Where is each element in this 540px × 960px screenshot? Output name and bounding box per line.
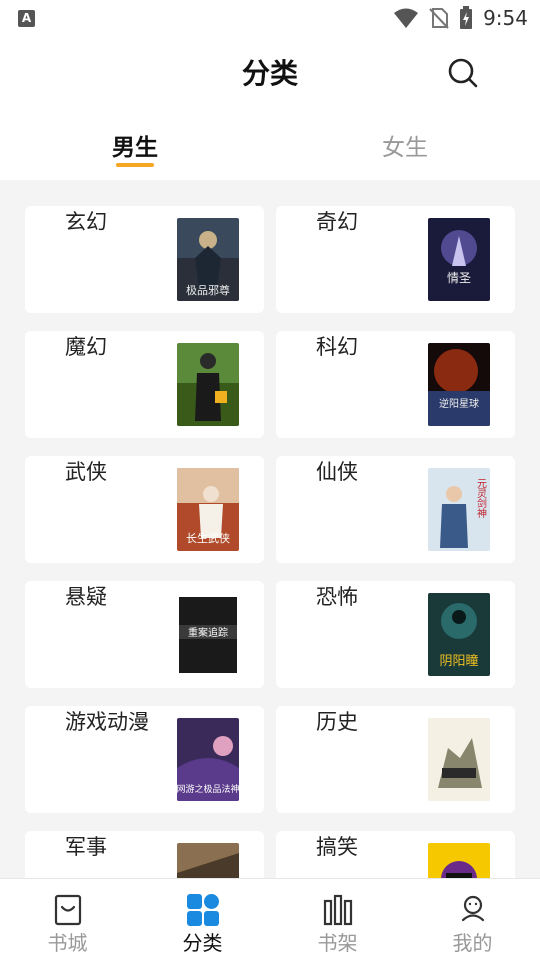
tab-male[interactable]: 男生 [75, 128, 195, 162]
search-icon [448, 58, 478, 88]
nav-bookshelf[interactable]: 书架 [270, 879, 405, 960]
book-cover-image: 元灵剑神 [428, 468, 490, 551]
category-card-xuanyi[interactable]: 悬疑 重案追踪 [25, 581, 264, 688]
category-card-youxi-dongman[interactable]: 游戏动漫 网游之极品法神 [25, 706, 264, 813]
svg-text:逆阳星球: 逆阳星球 [439, 397, 479, 410]
bottom-nav: 书城 分类 书架 我的 [0, 878, 540, 960]
book-cover-image: 逆阳星球 [428, 343, 490, 426]
svg-text:长生武侠: 长生武侠 [186, 531, 230, 545]
wifi-icon [394, 8, 419, 28]
book-cover-image: 重案追踪 [177, 593, 239, 676]
category-card-xuanhuan[interactable]: 玄幻 极品邪尊 [25, 206, 264, 313]
svg-text:情圣: 情圣 [447, 271, 471, 285]
category-grid: 玄幻 极品邪尊 奇幻 情圣 魔幻 科幻 逆阳星球 武侠 长生武侠 仙侠 元灵剑神… [25, 206, 515, 878]
bookshelf-icon [323, 894, 352, 926]
book-cover-image: 情圣 [428, 218, 490, 301]
app-notification-icon: A [18, 10, 35, 27]
category-label: 奇幻 [316, 210, 358, 234]
svg-text:网游之极品法神: 网游之极品法神 [177, 783, 239, 795]
status-bar: A 9:54 [0, 0, 540, 36]
header: 分类 男生 女生 [0, 36, 540, 180]
bag-icon [54, 894, 81, 926]
category-card-xianxia[interactable]: 仙侠 元灵剑神 [276, 456, 515, 563]
category-card-junshi[interactable]: 军事 [25, 831, 264, 878]
category-label: 魔幻 [65, 335, 107, 359]
svg-text:极品邪尊: 极品邪尊 [186, 283, 230, 297]
category-label: 搞笑 [316, 835, 358, 859]
book-cover-image [177, 843, 239, 878]
nav-label: 书城 [47, 931, 88, 955]
category-card-wuxia[interactable]: 武侠 长生武侠 [25, 456, 264, 563]
category-card-kehuan[interactable]: 科幻 逆阳星球 [276, 331, 515, 438]
status-icons: 9:54 [393, 6, 528, 30]
category-label: 历史 [316, 710, 358, 734]
category-label: 恐怖 [316, 585, 358, 609]
book-cover-image: 极品邪尊 [177, 218, 239, 301]
category-label: 军事 [65, 835, 107, 859]
book-cover-image: 阴阳瞳 [428, 593, 490, 676]
nav-bookstore[interactable]: 书城 [0, 879, 135, 960]
category-label: 武侠 [65, 460, 107, 484]
category-card-gaoxiao[interactable]: 搞笑 [276, 831, 515, 878]
no-sim-icon [429, 8, 449, 29]
nav-profile[interactable]: 我的 [405, 879, 540, 960]
nav-label: 我的 [452, 931, 493, 955]
nav-label: 分类 [182, 931, 223, 955]
svg-text:元灵剑神: 元灵剑神 [475, 478, 487, 519]
book-cover-image: 长生武侠 [177, 468, 239, 551]
nav-label: 书架 [317, 931, 358, 955]
book-cover-image [177, 343, 239, 426]
book-cover-image [428, 718, 490, 801]
category-label: 游戏动漫 [65, 710, 149, 734]
search-button[interactable] [446, 56, 480, 90]
status-time: 9:54 [483, 6, 528, 30]
active-tab-indicator [116, 163, 154, 167]
svg-text:阴阳瞳: 阴阳瞳 [439, 654, 478, 669]
category-label: 仙侠 [316, 460, 358, 484]
grid-icon [186, 894, 219, 926]
tab-female[interactable]: 女生 [345, 128, 465, 162]
category-card-lishi[interactable]: 历史 [276, 706, 515, 813]
category-label: 科幻 [316, 335, 358, 359]
category-card-mohuan[interactable]: 魔幻 [25, 331, 264, 438]
user-icon [461, 895, 484, 922]
battery-charging-icon [460, 6, 473, 29]
category-card-qihuan[interactable]: 奇幻 情圣 [276, 206, 515, 313]
book-cover-image [428, 843, 490, 878]
svg-text:重案追踪: 重案追踪 [188, 626, 228, 639]
category-card-kongbu[interactable]: 恐怖 阴阳瞳 [276, 581, 515, 688]
nav-category[interactable]: 分类 [135, 879, 270, 960]
book-cover-image: 网游之极品法神 [177, 718, 239, 801]
category-label: 悬疑 [65, 585, 107, 609]
category-label: 玄幻 [65, 210, 107, 234]
